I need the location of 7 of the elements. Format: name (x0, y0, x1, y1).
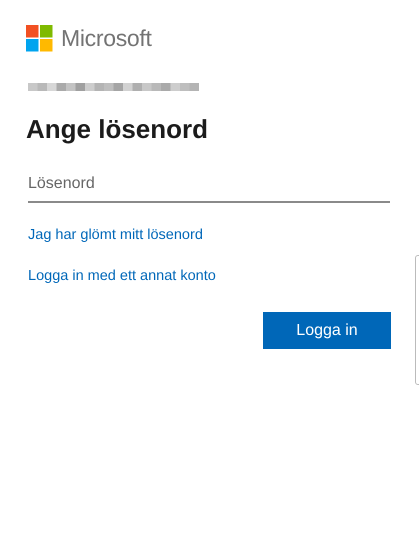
password-field[interactable]: Lösenord (28, 169, 390, 203)
sign-in-button[interactable]: Logga in (263, 312, 391, 349)
link[interactable]: Jag har glömt mitt lösenord (28, 227, 203, 243)
link[interactable]: Logga in med ett annat konto (28, 268, 216, 284)
page-heading: Ange lösenord (26, 114, 208, 145)
logo-text: Microsoft (61, 25, 152, 52)
logo-icon (26, 25, 53, 52)
